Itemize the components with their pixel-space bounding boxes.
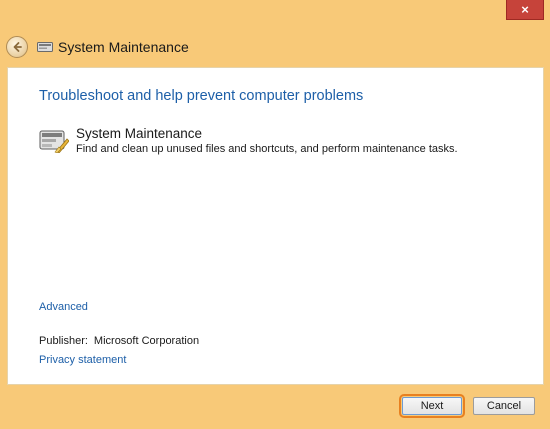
content-panel: Troubleshoot and help prevent computer p… [7,67,544,385]
task-description: Find and clean up unused files and short… [76,143,458,155]
publisher-label: Publisher: [39,335,88,347]
privacy-statement-link[interactable]: Privacy statement [39,354,126,366]
troubleshooter-window: × System Maintenance Troubleshoot and he… [0,0,550,429]
task-item: System Maintenance Find and clean up unu… [39,125,458,156]
close-button[interactable]: × [506,0,544,20]
system-maintenance-icon [37,41,53,53]
window-title: System Maintenance [58,39,189,55]
close-icon: × [521,2,529,17]
back-arrow-icon [13,42,22,52]
task-text: System Maintenance Find and clean up unu… [76,125,458,156]
task-title: System Maintenance [76,126,203,141]
back-button[interactable] [6,36,28,58]
footer-bar: Next Cancel [0,385,550,429]
system-maintenance-icon [39,127,70,154]
publisher-value: Microsoft Corporation [93,335,200,347]
publisher-line: Publisher: Microsoft Corporation [39,335,199,347]
page-heading: Troubleshoot and help prevent computer p… [39,88,364,104]
title-bar: System Maintenance [0,30,550,64]
cancel-button[interactable]: Cancel [473,397,535,415]
advanced-link[interactable]: Advanced [39,301,88,313]
next-button[interactable]: Next [399,394,465,418]
